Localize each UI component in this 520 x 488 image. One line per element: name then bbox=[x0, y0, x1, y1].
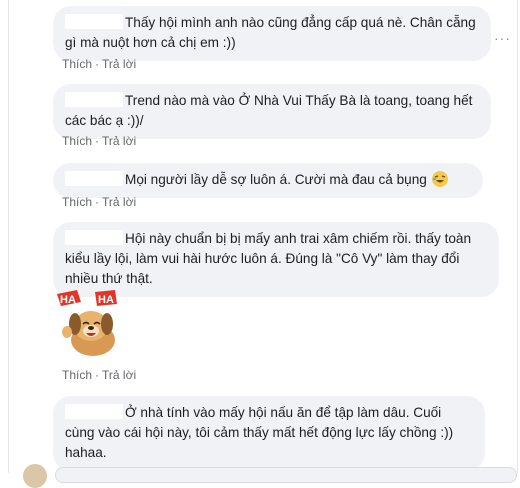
separator-dot: · bbox=[95, 195, 100, 209]
comment-text: Trend nào mà vào Ở Nhà Vui Thấy Bà là to… bbox=[65, 93, 473, 128]
sticker-text-left: HA bbox=[60, 294, 76, 306]
comment-bubble: Ở nhà tính vào mấy hội nấu ăn để tập làm… bbox=[53, 396, 485, 471]
write-comment-input[interactable] bbox=[55, 467, 517, 483]
comment-actions: Thích · Trả lời bbox=[62, 134, 136, 148]
reply-link[interactable]: Trả lời bbox=[102, 368, 136, 382]
comment-bubble: Mọi người lầy dễ sợ luôn á. Cười mà đau … bbox=[53, 163, 483, 198]
separator-dot: · bbox=[95, 57, 100, 71]
author-name-redacted[interactable] bbox=[65, 230, 123, 245]
comment-bubble: Thấy hội mình anh nào cũng đẳng cấp quá … bbox=[53, 6, 491, 61]
separator-dot: · bbox=[95, 368, 100, 382]
more-options-icon[interactable]: ··· bbox=[494, 30, 511, 46]
like-link[interactable]: Thích bbox=[62, 368, 92, 382]
haha-dog-sticker[interactable]: HA HA bbox=[55, 288, 127, 360]
author-name-redacted[interactable] bbox=[65, 92, 123, 107]
reply-link[interactable]: Trả lời bbox=[102, 134, 136, 148]
author-name-redacted[interactable] bbox=[65, 404, 123, 419]
sticker-dog-paw bbox=[62, 326, 72, 338]
comment-bubble: Trend nào mà vào Ở Nhà Vui Thấy Bà là to… bbox=[53, 84, 491, 139]
comment-actions: Thích · Trả lời bbox=[62, 57, 136, 71]
author-name-redacted[interactable] bbox=[65, 171, 123, 186]
author-name-redacted[interactable] bbox=[65, 14, 123, 29]
separator-dot: · bbox=[95, 134, 100, 148]
comment-text: Ở nhà tính vào mấy hội nấu ăn để tập làm… bbox=[65, 405, 454, 460]
comment-actions: Thích · Trả lời bbox=[62, 368, 136, 382]
comment-actions: Thích · Trả lời bbox=[62, 195, 136, 209]
sticker-text-right: HA bbox=[98, 294, 114, 306]
like-link[interactable]: Thích bbox=[62, 134, 92, 148]
comment-text: Thấy hội mình anh nào cũng đẳng cấp quá … bbox=[65, 15, 476, 50]
sticker-dog-ear-right bbox=[101, 313, 113, 335]
avatar[interactable] bbox=[23, 464, 47, 488]
comment-text: Hội này chuẩn bị bị mấy anh trai xâm chi… bbox=[65, 231, 472, 286]
laughing-emoji-icon bbox=[431, 171, 448, 187]
reply-link[interactable]: Trả lời bbox=[102, 195, 136, 209]
comment-bubble: Hội này chuẩn bị bị mấy anh trai xâm chi… bbox=[53, 222, 499, 297]
comment-text: Mọi người lầy dễ sợ luôn á. Cười mà đau … bbox=[125, 172, 427, 187]
comment-thread: Thấy hội mình anh nào cũng đẳng cấp quá … bbox=[8, 0, 518, 488]
like-link[interactable]: Thích bbox=[62, 57, 92, 71]
like-link[interactable]: Thích bbox=[62, 195, 92, 209]
reply-link[interactable]: Trả lời bbox=[102, 57, 136, 71]
